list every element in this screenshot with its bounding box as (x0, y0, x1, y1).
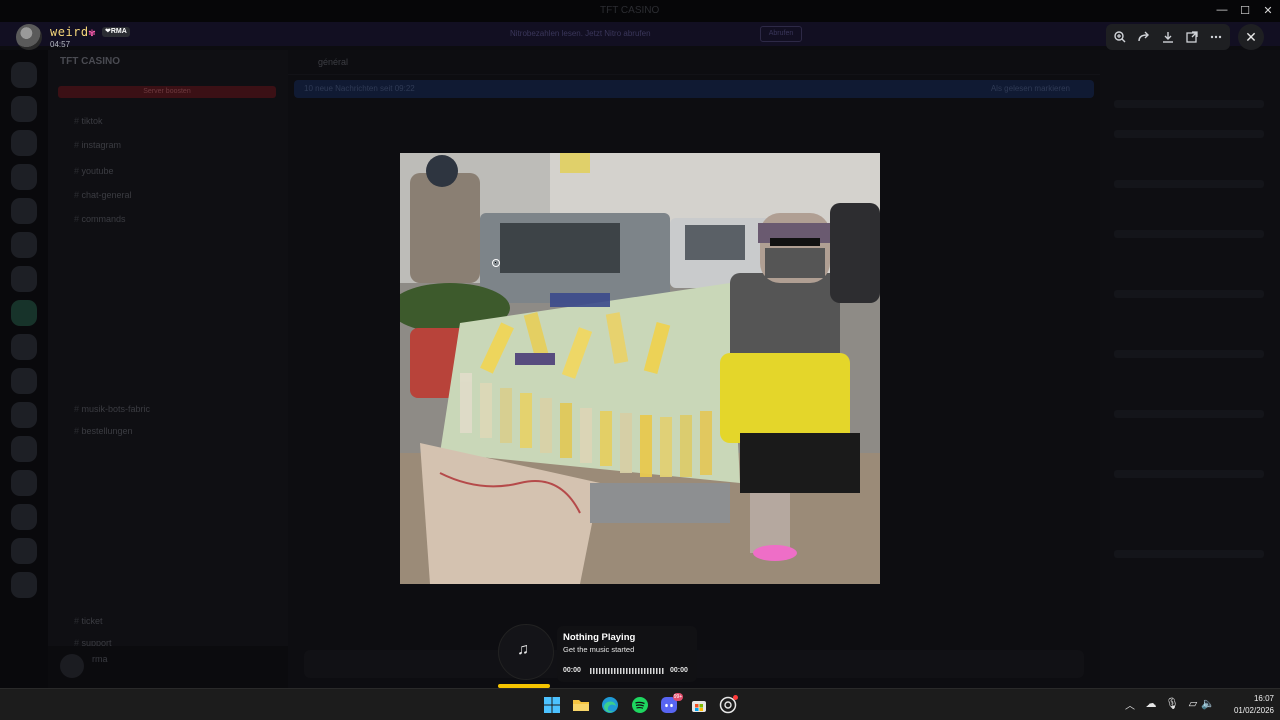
server-icon[interactable] (11, 232, 37, 258)
author-decoration: ✾ (88, 26, 96, 39)
message-timestamp: 04:57 (50, 40, 71, 49)
music-time-start: 00:00 (563, 667, 581, 674)
member-item[interactable] (1114, 290, 1264, 298)
clock-time[interactable]: 16:07 (1240, 694, 1274, 703)
channel-item[interactable]: instagram (74, 140, 122, 150)
server-icon[interactable] (11, 402, 37, 428)
onedrive-icon[interactable]: ☁ (1144, 697, 1158, 710)
server-icon[interactable] (11, 198, 37, 224)
channel-item[interactable]: chat-general (74, 190, 132, 200)
channel-item[interactable]: commands (74, 214, 126, 224)
server-icon[interactable] (11, 130, 37, 156)
channel-sidebar: TFT CASINO Server boosten tiktok instagr… (48, 50, 288, 688)
member-item[interactable] (1114, 410, 1264, 418)
server-icon[interactable] (11, 266, 37, 292)
media-toolbar (1106, 24, 1230, 50)
server-sidebar (0, 50, 48, 688)
mark-read-button[interactable]: Als gelesen markieren (991, 80, 1070, 98)
channel-item[interactable]: tiktok (74, 116, 103, 126)
member-item[interactable] (1114, 350, 1264, 358)
member-item[interactable] (1114, 230, 1264, 238)
server-icon[interactable] (11, 436, 37, 462)
author-name[interactable]: weird✾ (50, 25, 96, 39)
user-panel: rma (48, 646, 288, 688)
author-name-text: weird (50, 25, 89, 39)
maximize-button[interactable]: ☐ (1235, 4, 1255, 17)
server-icon[interactable] (11, 470, 37, 496)
file-explorer-icon[interactable] (572, 696, 590, 714)
taskbar: 99+ ︿ ☁ 🎙 ▱ 🔈 16:07 01/02/2026 (0, 688, 1280, 720)
mouse-cursor (492, 259, 500, 267)
windows-start-icon[interactable] (543, 696, 561, 714)
music-subtitle: Get the music started (563, 645, 635, 654)
forward-icon[interactable] (1136, 29, 1152, 45)
music-note-icon: ♫ (517, 641, 529, 658)
guild-name[interactable]: TFT CASINO (60, 56, 120, 67)
server-icon[interactable] (11, 538, 37, 564)
music-waveform[interactable] (590, 668, 664, 674)
music-title: Nothing Playing (563, 632, 636, 643)
media-image[interactable] (400, 153, 880, 584)
clock-date[interactable]: 01/02/2026 (1222, 706, 1274, 715)
close-icon: ✕ (1245, 29, 1257, 45)
user-name: rma (92, 654, 108, 664)
music-card[interactable]: Nothing Playing Get the music started 00… (557, 626, 697, 682)
server-icon[interactable] (11, 62, 37, 88)
chat-channel-name: général (318, 57, 349, 67)
boost-banner[interactable]: Server boosten (58, 86, 276, 98)
channel-item[interactable]: bestellungen (74, 426, 133, 436)
server-icon[interactable] (11, 300, 37, 326)
clan-badge[interactable]: ❤RMA (102, 27, 130, 37)
server-icon[interactable] (11, 334, 37, 360)
wifi-icon[interactable]: ▱ (1186, 697, 1200, 710)
store-icon[interactable] (690, 696, 708, 714)
unread-text: 10 neue Nachrichten seit 09:22 (304, 84, 415, 93)
microphone-icon[interactable]: 🎙 (1165, 697, 1179, 710)
member-item[interactable] (1114, 180, 1264, 188)
window-close-button[interactable]: ✕ (1258, 4, 1278, 17)
server-icon[interactable] (11, 504, 37, 530)
volume-icon[interactable]: 🔈 (1201, 697, 1215, 710)
discord-notification-badge: 99+ (673, 693, 683, 701)
server-icon[interactable] (11, 572, 37, 598)
music-time-end: 00:00 (670, 667, 688, 674)
server-icon[interactable] (11, 164, 37, 190)
avatar[interactable] (60, 654, 84, 678)
member-item[interactable] (1114, 100, 1264, 108)
open-in-browser-icon[interactable] (1184, 29, 1200, 45)
music-widget: ♫ Nothing Playing Get the music started … (496, 624, 700, 688)
window-title: TFT CASINO (600, 5, 660, 16)
close-viewer-button[interactable]: ✕ (1238, 24, 1264, 50)
music-disc[interactable]: ♫ (498, 624, 554, 680)
member-list (1100, 50, 1280, 688)
edge-icon[interactable] (601, 696, 619, 714)
more-icon[interactable] (1208, 29, 1224, 45)
channel-item[interactable]: ticket (74, 616, 103, 626)
server-icon[interactable] (11, 96, 37, 122)
member-item[interactable] (1114, 130, 1264, 138)
chevron-up-icon[interactable]: ︿ (1125, 697, 1135, 712)
channel-item[interactable]: musik-bots-fabric (74, 404, 151, 414)
street-market-photo (400, 153, 880, 584)
chat-header: général (288, 50, 1100, 75)
member-item[interactable] (1114, 470, 1264, 478)
channel-item[interactable]: youtube (74, 166, 114, 176)
author-avatar[interactable] (16, 24, 42, 50)
zoom-in-icon[interactable] (1112, 29, 1128, 45)
chrome-notification-dot (733, 695, 738, 700)
minimize-button[interactable]: — (1212, 4, 1232, 16)
member-item[interactable] (1114, 550, 1264, 558)
unread-banner[interactable]: 10 neue Nachrichten seit 09:22 Als geles… (294, 80, 1094, 98)
download-icon[interactable] (1160, 29, 1176, 45)
window-titlebar: TFT CASINO — ☐ ✕ (0, 0, 1280, 22)
media-viewer-header: weird✾ ❤RMA 04:57 ✕ (0, 22, 1280, 52)
server-icon[interactable] (11, 368, 37, 394)
spotify-icon[interactable] (631, 696, 649, 714)
